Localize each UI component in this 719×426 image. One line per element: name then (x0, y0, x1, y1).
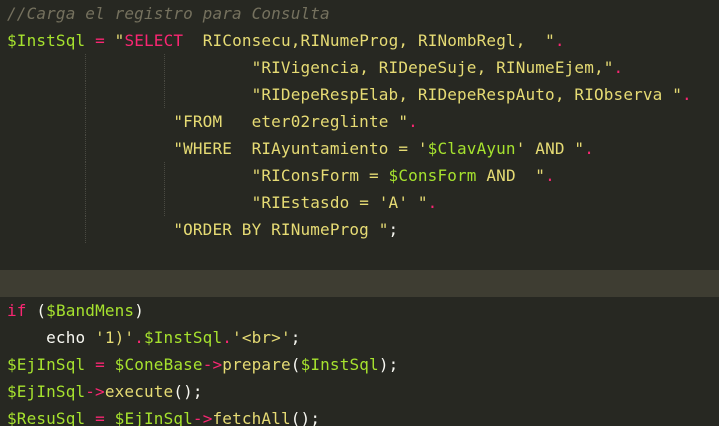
code-line[interactable]: "ORDER BY RINumeProg "; (0, 216, 719, 243)
code-operator: . (427, 193, 438, 212)
code-line[interactable]: "RIEstasdo = 'A' ". (0, 189, 719, 216)
code-line[interactable]: $ResuSql = $EjInSql->fetchAll(); (0, 405, 719, 426)
code-string: "RIEstasdo = 'A' " (251, 193, 428, 212)
code-line[interactable]: "RIVigencia, RIDepeSuje, RINumeEjem,". (0, 54, 719, 81)
indent-guide (163, 162, 165, 189)
code-text: ) (134, 301, 144, 320)
code-keyword: SELECT (124, 31, 184, 50)
indent-guide (163, 54, 165, 81)
code-line-current[interactable] (0, 270, 719, 297)
code-line[interactable]: $EjInSql = $ConeBase->prepare($InstSql); (0, 351, 719, 378)
code-area[interactable]: //Carga el registro para Consulta $InstSq… (0, 0, 719, 426)
code-text: ; (388, 220, 399, 239)
code-operator: . (554, 31, 565, 50)
code-string: "FROM eter02reglinte " (173, 112, 409, 131)
code-text: ; (290, 328, 301, 347)
code-string: "RIDepeRespElab, RIDepeRespAuto, RIObser… (251, 85, 683, 104)
code-text: (); (290, 409, 321, 426)
code-string: "WHERE RIAyuntamiento = ' (173, 139, 428, 158)
code-operator: . (408, 112, 418, 131)
code-variable: $InstSql (300, 355, 379, 374)
code-operator: . (134, 328, 144, 347)
code-string: ' AND " (515, 139, 585, 158)
code-function-name: execute (104, 382, 174, 401)
code-text: ); (378, 355, 399, 374)
code-operator: -> (85, 382, 105, 401)
indent-guide (85, 216, 87, 243)
code-operator: -> (192, 409, 213, 426)
code-operator: = (95, 31, 105, 50)
code-operator: . (584, 139, 594, 158)
code-line[interactable]: "RIDepeRespElab, RIDepeRespAuto, RIObser… (0, 81, 719, 108)
code-line[interactable]: "WHERE RIAyuntamiento = '$ClavAyun' AND … (0, 135, 719, 162)
indent-guide (85, 81, 87, 108)
code-variable: $EjInSql (114, 409, 193, 426)
code-function-name: fetchAll (212, 409, 291, 426)
code-variable: $InstSql (143, 328, 223, 347)
code-variable: $ConeBase (114, 355, 203, 374)
code-line[interactable] (0, 243, 719, 270)
code-string: "RIConsForm = (251, 166, 389, 185)
code-operator: -> (202, 355, 223, 374)
code-operator: . (222, 328, 233, 347)
indent-guide (85, 189, 87, 216)
code-line[interactable]: //Carga el registro para Consulta (0, 0, 719, 27)
code-string: '1)' (95, 328, 135, 347)
code-line[interactable]: "FROM eter02reglinte ". (0, 108, 719, 135)
code-variable: $ConsForm (388, 166, 477, 185)
code-line[interactable]: if ($BandMens) (0, 297, 719, 324)
code-string: " (114, 31, 125, 50)
code-line[interactable]: "RIConsForm = $ConsForm AND ". (0, 162, 719, 189)
code-operator: = (95, 409, 105, 426)
indent-guide (85, 54, 87, 81)
indent-guide (85, 108, 87, 135)
code-line[interactable]: $InstSql = "SELECT RIConsecu,RINumeProg,… (0, 27, 719, 54)
code-comment: //Carga el registro para Consulta (7, 4, 330, 23)
code-variable: $InstSql (7, 31, 86, 50)
code-variable: $ResuSql (7, 409, 86, 426)
code-string: "RIVigencia, RIDepeSuje, RINumeEjem," (251, 58, 614, 77)
code-text: ( (26, 301, 47, 320)
indent-guide (163, 189, 165, 216)
code-line[interactable]: echo '1)'.$InstSql.'<br>'; (0, 324, 719, 351)
code-string: RIConsecu,RINumeProg, RINombRegl, " (183, 31, 555, 50)
code-text: ( (290, 355, 301, 374)
code-variable: $ClavAyun (427, 139, 516, 158)
code-operator: . (545, 166, 555, 185)
code-text: echo (7, 328, 96, 347)
indent-guide (85, 162, 87, 189)
code-text: (); (173, 382, 203, 401)
indent-guide (85, 135, 87, 162)
code-variable: $EjInSql (7, 382, 86, 401)
code-string: "ORDER BY RINumeProg " (173, 220, 389, 239)
code-operator: . (613, 58, 624, 77)
code-variable: $BandMens (46, 301, 135, 320)
indent-guide (163, 81, 165, 108)
code-function-name: prepare (222, 355, 291, 374)
code-string: AND " (476, 166, 546, 185)
code-operator: = (95, 355, 105, 374)
code-keyword: if (7, 301, 27, 320)
code-operator: . (682, 85, 692, 104)
code-variable: $EjInSql (7, 355, 86, 374)
code-string: '<br>' (232, 328, 291, 347)
code-line[interactable]: $EjInSql->execute(); (0, 378, 719, 405)
code-editor[interactable]: //Carga el registro para Consulta $InstSq… (0, 0, 719, 426)
